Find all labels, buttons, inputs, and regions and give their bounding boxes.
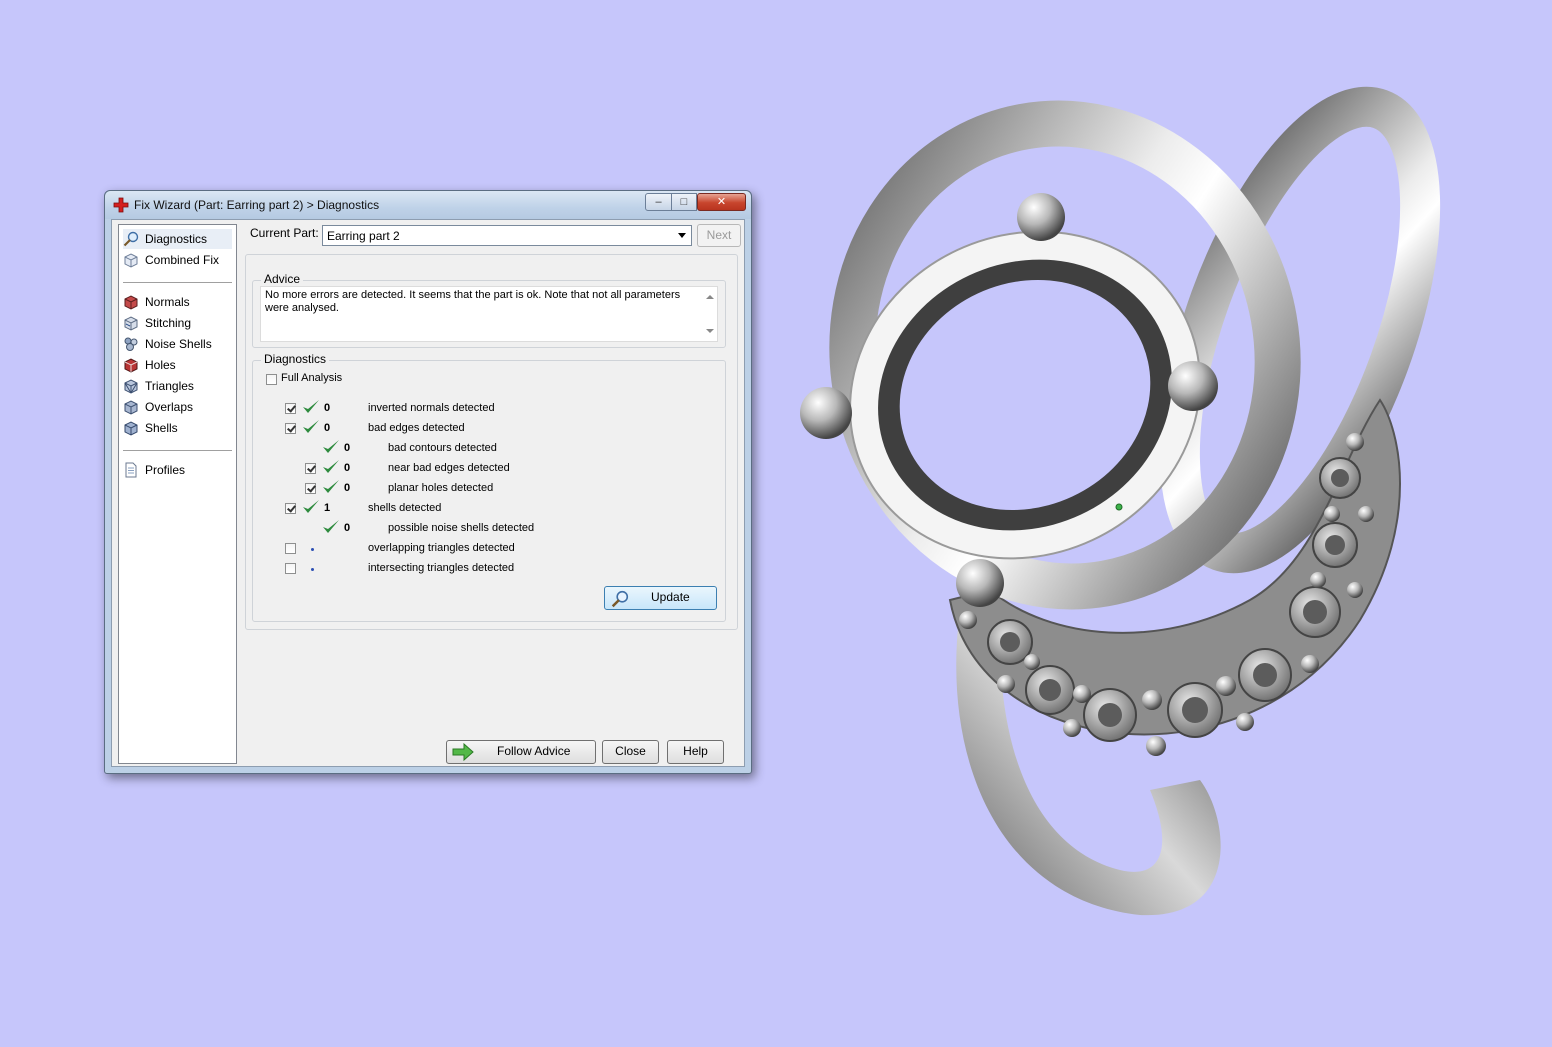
- diagnostic-checkbox[interactable]: [305, 463, 316, 474]
- close-window-button[interactable]: ✕: [697, 193, 746, 211]
- sidebar-item-label: Shells: [145, 421, 178, 435]
- pending-dot-icon: [311, 568, 314, 571]
- sidebar-item-label: Triangles: [145, 379, 194, 393]
- diagnostic-checkbox[interactable]: [285, 543, 296, 554]
- cube-shells-icon: [124, 421, 138, 436]
- close-button[interactable]: Close: [602, 740, 659, 764]
- diagnostic-label: overlapping triangles detected: [368, 542, 515, 554]
- sidebar-item-normals[interactable]: Normals: [123, 292, 232, 312]
- diagnostic-count: 0: [344, 522, 351, 534]
- green-check-icon: [323, 440, 339, 453]
- magnifier-icon: [123, 231, 139, 247]
- diagnostic-label: intersecting triangles detected: [368, 562, 515, 574]
- follow-advice-label: Follow Advice: [497, 744, 571, 758]
- current-part-select[interactable]: Earring part 2: [322, 225, 692, 246]
- diagnostics-title: Diagnostics: [261, 352, 330, 366]
- diagnostic-checkbox[interactable]: [285, 563, 296, 574]
- sidebar-item-label: Holes: [145, 358, 176, 372]
- update-button[interactable]: Update: [604, 586, 717, 610]
- scroll-up-icon[interactable]: [706, 295, 714, 299]
- sidebar-item-triangles[interactable]: Triangles: [123, 376, 232, 396]
- advice-textbox[interactable]: No more errors are detected. It seems th…: [260, 286, 718, 342]
- pending-dot-icon: [311, 548, 314, 551]
- cube-icon: [124, 253, 138, 268]
- sidebar-separator: [123, 450, 232, 451]
- sidebar-item-label: Normals: [145, 295, 190, 309]
- diagnostic-count: 0: [324, 422, 331, 434]
- sidebar-item-holes[interactable]: Holes: [123, 355, 232, 375]
- sidebar-item-label: Diagnostics: [145, 232, 208, 246]
- help-button[interactable]: Help: [667, 740, 724, 764]
- sidebar-item-profiles[interactable]: Profiles: [123, 460, 232, 480]
- diagnostic-label: possible noise shells detected: [388, 522, 535, 534]
- cube-stitch-icon: [124, 316, 138, 331]
- green-arrow-icon: [452, 743, 474, 761]
- window-title: Fix Wizard (Part: Earring part 2) > Diag…: [134, 198, 380, 212]
- sidebar-item-combined-fix[interactable]: Combined Fix: [123, 250, 232, 270]
- diagnostic-label: bad contours detected: [388, 442, 497, 454]
- current-part-value: Earring part 2: [327, 229, 400, 243]
- diagnostic-label: inverted normals detected: [368, 402, 495, 414]
- diagnostic-count: 0: [344, 442, 351, 454]
- diagnostic-count: 0: [344, 462, 351, 474]
- red-cross-icon: [113, 197, 129, 213]
- advice-title: Advice: [261, 272, 304, 286]
- diagnostic-count: 0: [344, 482, 351, 494]
- sidebar-item-overlaps[interactable]: Overlaps: [123, 397, 232, 417]
- green-check-icon: [303, 400, 319, 413]
- diagnostic-checkbox[interactable]: [285, 403, 296, 414]
- noise-shells-icon: [124, 337, 138, 351]
- update-label: Update: [651, 590, 690, 604]
- document-icon: [125, 462, 137, 478]
- pivot-point: [1115, 503, 1123, 511]
- diagnostic-label: planar holes detected: [388, 482, 494, 494]
- advice-text: No more errors are detected. It seems th…: [265, 289, 681, 314]
- diagnostic-label: bad edges detected: [368, 422, 465, 434]
- title-bar[interactable]: Fix Wizard (Part: Earring part 2) > Diag…: [105, 191, 751, 219]
- fix-wizard-window: Fix Wizard (Part: Earring part 2) > Diag…: [104, 190, 752, 774]
- diagnostic-count: 0: [324, 402, 331, 414]
- cube-holes-icon: [124, 358, 138, 373]
- sidebar-nav: Diagnostics Combined Fix Normals Stitchi…: [118, 224, 237, 764]
- sidebar-separator: [123, 282, 232, 283]
- cube-triangles-icon: [124, 379, 138, 394]
- scroll-down-icon[interactable]: [706, 329, 714, 333]
- green-check-icon: [303, 420, 319, 433]
- sidebar-item-diagnostics[interactable]: Diagnostics: [123, 229, 232, 249]
- diagnostic-checkbox[interactable]: [305, 483, 316, 494]
- diagnostic-count: 1: [324, 502, 331, 514]
- diagnostic-label: shells detected: [368, 502, 442, 514]
- diagnostic-checkbox[interactable]: [285, 423, 296, 434]
- sidebar-item-label: Overlaps: [145, 400, 194, 414]
- full-analysis-label: Full Analysis: [281, 372, 343, 384]
- sidebar-item-stitching[interactable]: Stitching: [123, 313, 232, 333]
- sidebar-item-label: Combined Fix: [145, 253, 220, 267]
- full-analysis-checkbox[interactable]: [266, 374, 277, 385]
- diagnostic-checkbox[interactable]: [285, 503, 296, 514]
- maximize-button[interactable]: □: [671, 193, 697, 211]
- current-part-label: Current Part:: [250, 226, 319, 240]
- next-button[interactable]: Next: [697, 224, 741, 247]
- green-check-icon: [323, 480, 339, 493]
- sidebar-item-label: Profiles: [145, 463, 186, 477]
- green-check-icon: [303, 500, 319, 513]
- sidebar-item-shells[interactable]: Shells: [123, 418, 232, 438]
- diagnostic-label: near bad edges detected: [388, 462, 510, 474]
- cube-red-icon: [124, 295, 138, 310]
- green-check-icon: [323, 520, 339, 533]
- sidebar-item-label: Noise Shells: [145, 337, 212, 351]
- sidebar-item-label: Stitching: [145, 316, 192, 330]
- magnifier-icon: [611, 590, 629, 608]
- minimize-button[interactable]: –: [645, 193, 672, 211]
- sidebar-item-noise-shells[interactable]: Noise Shells: [123, 334, 232, 354]
- follow-advice-button[interactable]: Follow Advice: [446, 740, 596, 764]
- window-client-area: Diagnostics Combined Fix Normals Stitchi…: [111, 219, 745, 767]
- cube-overlaps-icon: [124, 400, 138, 415]
- green-check-icon: [323, 460, 339, 473]
- chevron-down-icon: [678, 233, 686, 238]
- advice-scrollbar[interactable]: [702, 287, 717, 341]
